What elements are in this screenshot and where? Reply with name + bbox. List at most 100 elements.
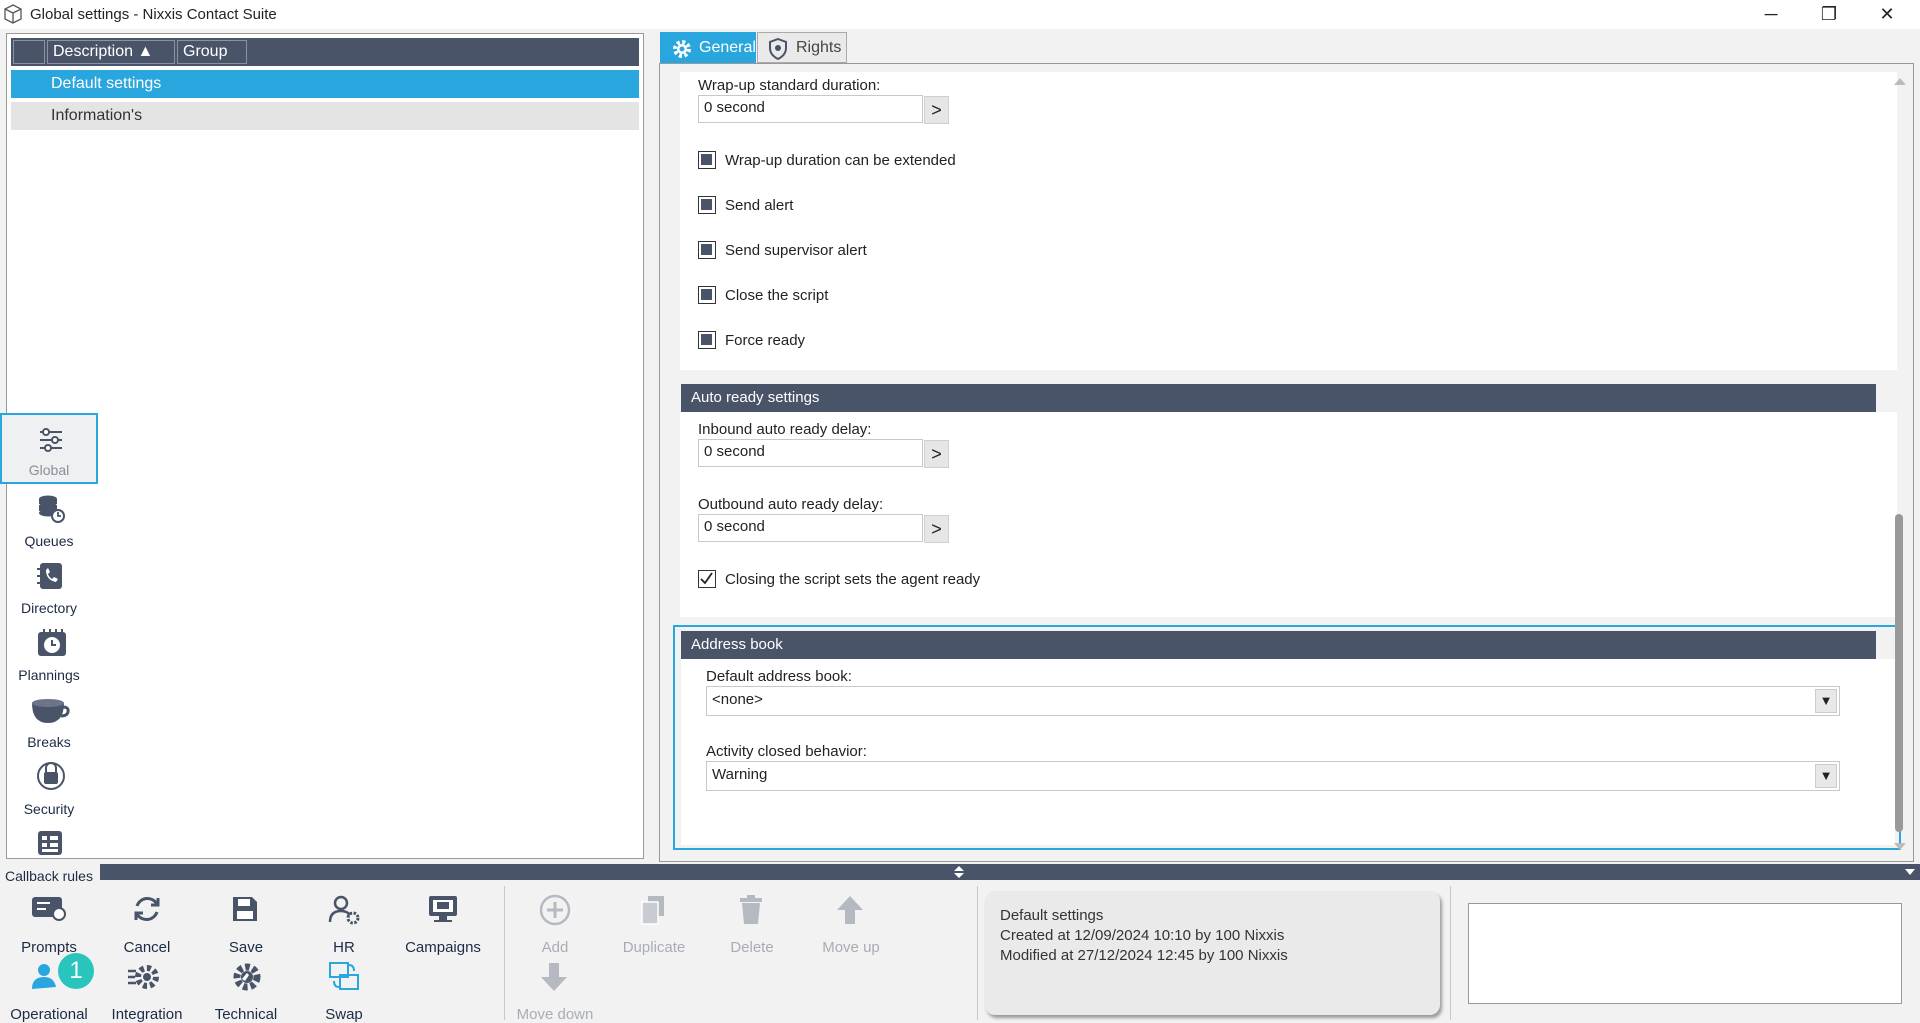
swap-label: Swap: [325, 1006, 363, 1023]
nav-queues[interactable]: Queues: [0, 486, 98, 553]
list-row-default-settings[interactable]: Default settings: [11, 70, 639, 98]
checkbox-indeterminate[interactable]: [698, 196, 716, 214]
sliders-icon: [40, 428, 62, 452]
content-vertical-scrollbar[interactable]: [1889, 66, 1911, 856]
nav-directory[interactable]: Directory: [0, 553, 98, 620]
activity-closed-behavior-value: Warning: [712, 766, 768, 783]
prompts-button[interactable]: Prompts: [0, 890, 98, 956]
scroll-down-arrow-icon[interactable]: [1893, 842, 1907, 852]
wrapup-duration-spinner: 0 second >: [698, 95, 950, 125]
check-wrapup-extended-label: Wrap-up duration can be extended: [725, 152, 956, 169]
check-closing-sets-ready[interactable]: Closing the script sets the agent ready: [698, 570, 1098, 594]
queues-icon: [39, 495, 65, 523]
swap-icon: [329, 962, 359, 990]
nav-breaks[interactable]: Breaks: [0, 687, 98, 754]
check-send-supervisor-alert[interactable]: Send supervisor alert: [698, 241, 1098, 265]
duplicate-button[interactable]: Duplicate: [605, 890, 703, 956]
checkbox-indeterminate[interactable]: [698, 286, 716, 304]
chevron-down-icon[interactable]: ▼: [1815, 689, 1837, 713]
swap-button[interactable]: Swap: [295, 957, 393, 1023]
add-button[interactable]: Add: [506, 890, 604, 956]
collapse-arrow-icon[interactable]: [1904, 867, 1916, 877]
nav-plannings[interactable]: Plannings: [0, 620, 98, 687]
minimize-button[interactable]: ─: [1742, 0, 1800, 29]
refresh-icon: [134, 897, 160, 921]
inbound-delay-input[interactable]: 0 second: [698, 439, 923, 467]
chevron-down-icon[interactable]: ▼: [1815, 764, 1837, 788]
cancel-button[interactable]: Cancel: [98, 890, 196, 956]
list-row-informations[interactable]: Information's: [11, 102, 639, 130]
activity-closed-behavior-select[interactable]: Warning ▼: [706, 761, 1840, 791]
address-book-card: Default address book: <none> ▼ Activity …: [681, 659, 1895, 845]
inbound-delay-arrow-button[interactable]: >: [924, 440, 949, 468]
check-close-script-label: Close the script: [725, 287, 829, 304]
integration-button[interactable]: Integration: [98, 957, 196, 1023]
operational-label: Operational: [10, 1006, 88, 1023]
tab-rights[interactable]: Rights: [757, 32, 847, 63]
tab-general[interactable]: General: [660, 32, 756, 63]
check-closing-sets-ready-label: Closing the script sets the agent ready: [725, 571, 981, 588]
checkbox-checked[interactable]: [698, 570, 716, 588]
campaigns-label: Campaigns: [405, 939, 481, 956]
checkbox-indeterminate[interactable]: [698, 241, 716, 259]
security-lock-icon: [37, 762, 65, 790]
close-button[interactable]: ✕: [1858, 0, 1916, 29]
splitter-grip-icon[interactable]: [953, 865, 965, 879]
arrow-down-icon: [541, 963, 567, 991]
notification-badge: 1: [58, 953, 94, 989]
address-book-section: Address book Default address book: <none…: [673, 625, 1901, 850]
wrapup-duration-input[interactable]: 0 second: [698, 95, 923, 123]
column-header-description[interactable]: Description ▲: [47, 40, 175, 64]
operational-icon: [32, 964, 56, 989]
scrollbar-thumb[interactable]: [1895, 514, 1903, 832]
auto-ready-section-header: Auto ready settings: [681, 384, 1876, 412]
record-name: Default settings: [1000, 907, 1104, 924]
column-header-select[interactable]: [13, 40, 45, 64]
save-icon: [233, 897, 257, 921]
outbound-delay-arrow-button[interactable]: >: [924, 515, 949, 543]
trash-icon: [740, 895, 762, 924]
nav-global-label: Global: [28, 462, 70, 478]
save-label: Save: [228, 939, 264, 956]
panel-splitter[interactable]: [100, 864, 1920, 880]
check-send-alert-label: Send alert: [725, 197, 794, 214]
add-icon: [539, 894, 571, 926]
duplicate-icon: [641, 896, 664, 925]
outbound-delay-input[interactable]: 0 second: [698, 514, 923, 542]
default-address-book-select[interactable]: <none> ▼: [706, 686, 1840, 716]
hr-label: HR: [333, 939, 355, 956]
auto-ready-card: Inbound auto ready delay: 0 second > Out…: [680, 412, 1897, 617]
hr-button[interactable]: HR: [295, 890, 393, 956]
move-up-button[interactable]: Move up: [802, 890, 900, 956]
tab-rights-label: Rights: [796, 39, 842, 56]
check-force-ready[interactable]: Force ready: [698, 331, 1098, 355]
directory-phone-icon: [37, 563, 62, 589]
checkbox-indeterminate[interactable]: [698, 151, 716, 169]
scroll-up-arrow-icon[interactable]: [1893, 76, 1907, 86]
check-send-alert[interactable]: Send alert: [698, 196, 1098, 220]
move-down-button[interactable]: Move down: [506, 957, 604, 1023]
save-button[interactable]: Save: [197, 890, 295, 956]
technical-button[interactable]: Technical: [197, 957, 295, 1023]
checkbox-indeterminate[interactable]: [698, 331, 716, 349]
nav-global[interactable]: Global: [0, 413, 98, 484]
technical-label: Technical: [214, 1006, 278, 1023]
record-info-box: Default settings Created at 12/09/2024 1…: [985, 891, 1440, 1015]
nav-callback-rules[interactable]: Callback rules: [0, 821, 98, 888]
cup-icon: [32, 699, 70, 723]
delete-button[interactable]: Delete: [703, 890, 801, 956]
maximize-button[interactable]: ❐: [1800, 0, 1858, 29]
duplicate-label: Duplicate: [622, 939, 686, 956]
campaigns-button[interactable]: Campaigns: [394, 890, 492, 956]
nav-security[interactable]: Security: [0, 754, 98, 821]
check-wrapup-extended[interactable]: Wrap-up duration can be extended: [698, 151, 1098, 175]
wrapup-duration-arrow-button[interactable]: >: [924, 96, 949, 124]
column-header-group[interactable]: Group: [177, 40, 247, 64]
check-close-script[interactable]: Close the script: [698, 286, 1098, 310]
window-title: Global settings - Nixxis Contact Suite: [30, 6, 277, 23]
integration-gear-icon: [128, 965, 159, 989]
notes-textarea[interactable]: [1468, 903, 1902, 1004]
settings-list-panel: Description ▲ Group Default settings Inf…: [6, 33, 644, 859]
settings-content-frame: Wrap-up standard duration: 0 second > Wr…: [659, 63, 1914, 862]
toolbar-divider: [977, 886, 978, 1020]
